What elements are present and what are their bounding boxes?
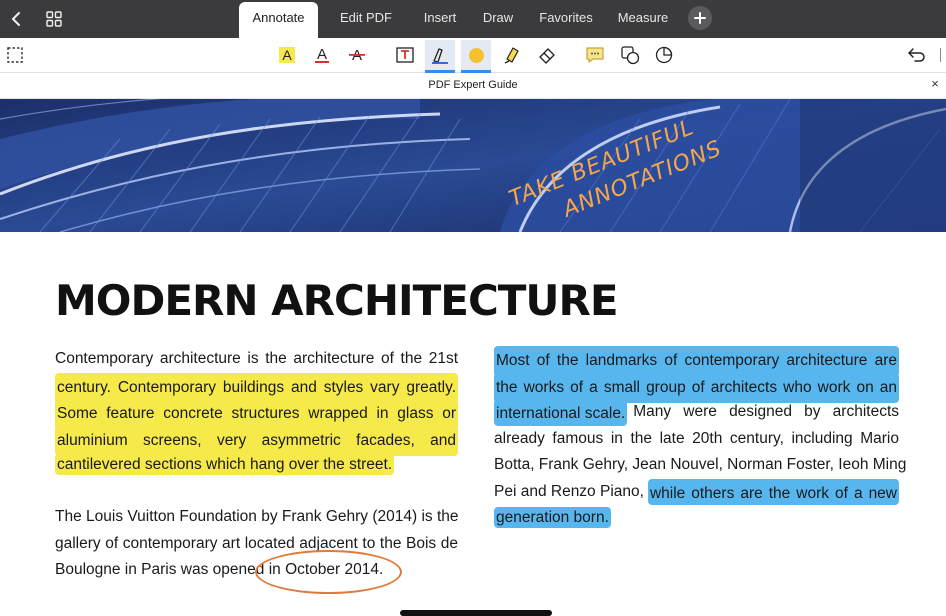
right-line-7-wrap: generation born.	[494, 505, 899, 532]
yellow-highlight[interactable]: cantilevered sections which hang over th…	[55, 454, 395, 475]
blue-highlight[interactable]: while others are the work of a new	[647, 478, 899, 505]
stamp-tool[interactable]	[649, 40, 679, 70]
blue-highlight[interactable]: generation born.	[494, 507, 611, 528]
yellow-highlight[interactable]: Some feature concrete structures wrapped…	[55, 399, 458, 430]
document-title: PDF Expert Guide	[428, 79, 518, 91]
comment-icon	[586, 47, 604, 63]
stamp-icon	[655, 46, 673, 64]
shapes-icon	[621, 46, 640, 65]
eraser-icon	[539, 48, 555, 64]
right-line-1-wrap: Most of the landmarks of contemporary ar…	[494, 346, 899, 377]
highlight-icon: A	[279, 47, 295, 63]
highlighter-marker-tool[interactable]	[497, 40, 527, 70]
color-swatch-button[interactable]	[461, 40, 491, 73]
top-tab-bar: Annotate Edit PDF Insert Draw Favorites …	[0, 0, 946, 38]
left-p1-line-4-wrap: aluminium screens, very asymmetric facad…	[55, 425, 458, 456]
shapes-tool[interactable]	[615, 40, 645, 70]
left-p1-line-2-wrap: century. Contemporary buildings and styl…	[55, 372, 458, 403]
toolbar-divider	[940, 48, 941, 62]
right-line-4: already famous in the late 20th century,…	[494, 429, 899, 447]
annotation-toolbar: A A A	[0, 38, 946, 73]
select-area-icon	[7, 47, 23, 63]
left-p1-line-3-wrap: Some feature concrete structures wrapped…	[55, 399, 458, 430]
text-box-icon	[396, 47, 414, 63]
banner-image: TAKE BEAUTIFUL ANNOTATIONS	[0, 99, 946, 232]
back-button[interactable]	[2, 5, 30, 33]
left-p2-line-2: gallery of contemporary art located adja…	[55, 534, 458, 552]
underline-icon: A	[315, 46, 329, 63]
highlight-tool[interactable]: A	[272, 40, 302, 70]
undo-button[interactable]	[902, 40, 932, 70]
comment-tool[interactable]	[580, 40, 610, 70]
eraser-tool[interactable]	[532, 40, 562, 70]
thumbnails-button[interactable]	[40, 5, 68, 33]
tab-measure[interactable]: Measure	[612, 2, 674, 38]
circle-annotation[interactable]	[255, 550, 402, 594]
page-heading: MODERN ARCHITECTURE	[55, 276, 619, 325]
text-box-tool[interactable]	[390, 40, 420, 70]
grid-icon	[46, 11, 62, 27]
home-indicator	[400, 610, 552, 616]
strikethrough-tool[interactable]: A	[342, 40, 372, 70]
right-line-6-wrap: Pei and Renzo Piano, while others are the…	[494, 478, 899, 505]
select-area-tool[interactable]	[0, 40, 30, 70]
svg-text:A: A	[282, 47, 292, 63]
plus-icon	[694, 12, 706, 24]
tab-draw[interactable]: Draw	[478, 2, 518, 38]
tab-annotate[interactable]: Annotate	[239, 2, 318, 38]
tab-insert[interactable]: Insert	[414, 2, 466, 38]
pen-tool[interactable]	[425, 40, 455, 73]
left-p2-line-1: The Louis Vuitton Foundation by Frank Ge…	[55, 508, 459, 525]
add-tab-button[interactable]	[688, 6, 712, 30]
blue-highlight[interactable]: Most of the landmarks of contemporary ar…	[494, 346, 899, 377]
right-paragraph: Most of the landmarks of contemporary ar…	[494, 346, 907, 532]
tab-edit-pdf[interactable]: Edit PDF	[334, 2, 398, 38]
architecture-photo	[0, 99, 946, 232]
right-line-3-wrap: international scale. Many were designed b…	[494, 399, 899, 426]
svg-text:A: A	[317, 46, 327, 63]
strikethrough-icon: A	[349, 47, 365, 64]
document-title-bar: PDF Expert Guide ×	[0, 73, 946, 99]
underline-tool[interactable]: A	[307, 40, 337, 70]
blue-highlight[interactable]: international scale.	[494, 399, 628, 426]
right-line-6-text: Pei and Renzo Piano,	[494, 482, 644, 500]
right-line-2-wrap: the works of a small group of architects…	[494, 372, 899, 403]
undo-icon	[908, 48, 925, 62]
tab-favorites[interactable]: Favorites	[532, 2, 600, 38]
highlighter-marker-icon	[504, 47, 519, 64]
close-document-button[interactable]: ×	[928, 76, 942, 92]
right-line-3-text: Many were designed by architects	[633, 403, 899, 420]
left-paragraph-1: Contemporary architecture is the archite…	[55, 346, 458, 479]
color-swatch-icon	[468, 47, 484, 63]
pen-icon	[432, 48, 448, 64]
right-line-5: Botta, Frank Gehry, Jean Nouvel, Norman …	[494, 456, 907, 473]
chevron-left-icon	[12, 12, 20, 26]
left-p1-line-1: Contemporary architecture is the archite…	[55, 350, 458, 367]
